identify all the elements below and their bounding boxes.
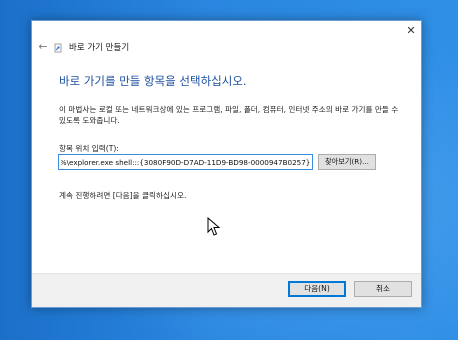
location-input[interactable]	[58, 154, 313, 170]
wizard-description: 이 마법사는 로컬 또는 네트워크상에 있는 프로그램, 파일, 폴더, 컴퓨터…	[59, 105, 399, 125]
mouse-cursor-icon	[207, 217, 221, 236]
shortcut-wizard-icon	[54, 43, 62, 53]
continue-hint: 계속 진행하려면 [다음]을 클릭하십시오.	[59, 191, 187, 200]
cancel-button[interactable]: 취소	[354, 281, 412, 297]
location-label: 항목 위치 입력(T):	[59, 144, 119, 153]
dialog-footer: 다음(N) 취소	[32, 273, 421, 307]
page-heading: 바로 가기를 만들 항목을 선택하십시오.	[59, 74, 247, 88]
next-button[interactable]: 다음(N)	[288, 281, 346, 297]
back-arrow-icon[interactable]: ←	[36, 40, 50, 54]
window-title: 바로 가기 만들기	[69, 43, 130, 53]
create-shortcut-dialog: ← 바로 가기 만들기 ✕ 바로 가기를 만들 항목을 선택하십시오. 이 마법…	[31, 20, 422, 308]
title-bar: ← 바로 가기 만들기 ✕	[32, 21, 421, 63]
browse-button[interactable]: 찾아보기(R)...	[318, 154, 376, 170]
close-icon[interactable]: ✕	[403, 23, 419, 39]
